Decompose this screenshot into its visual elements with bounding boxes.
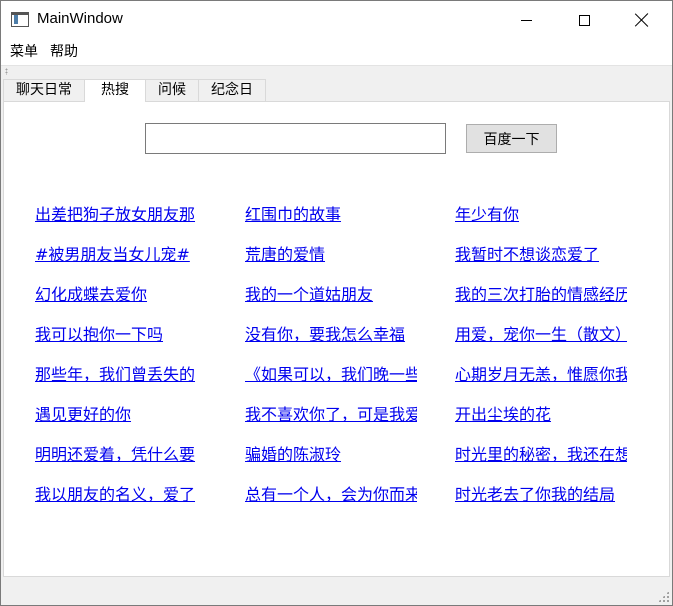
- hot-link[interactable]: 时光老去了你我的结局: [455, 484, 627, 524]
- hot-link[interactable]: 我可以抱你一下吗: [35, 324, 207, 364]
- status-bar: [1, 579, 672, 605]
- toolbar-grip-icon[interactable]: [5, 68, 8, 75]
- hot-link[interactable]: 总有一个人，会为你而来: [245, 484, 417, 524]
- hot-link[interactable]: 出差把狗子放女朋友那: [35, 204, 207, 244]
- window-title: MainWindow: [37, 10, 123, 27]
- hot-link[interactable]: 我的一个道姑朋友: [245, 284, 417, 324]
- main-window: MainWindow 菜单 帮助 聊天日常 热搜 问候 纪念日 百度一下 出差把…: [0, 0, 673, 606]
- tab-greetings[interactable]: 问候: [145, 79, 199, 101]
- hot-link[interactable]: 明明还爱着，凭什么要: [35, 444, 207, 484]
- hot-link[interactable]: 我不喜欢你了，可是我爱: [245, 404, 417, 444]
- hot-link[interactable]: 年少有你: [455, 204, 627, 244]
- window-app-icon: [11, 12, 29, 27]
- search-input[interactable]: [145, 123, 446, 154]
- hot-link[interactable]: 没有你，要我怎么幸福: [245, 324, 417, 364]
- menu-bar: 菜单 帮助: [1, 39, 672, 65]
- hot-link[interactable]: 荒唐的爱情: [245, 244, 417, 284]
- hot-link[interactable]: 遇见更好的你: [35, 404, 207, 444]
- hot-link[interactable]: 骗婚的陈淑玲: [245, 444, 417, 484]
- title-bar[interactable]: MainWindow: [1, 1, 672, 39]
- hot-link[interactable]: 我的三次打胎的情感经历: [455, 284, 627, 324]
- tab-bar: 聊天日常 热搜 问候 纪念日: [3, 79, 266, 102]
- tab-anniversary[interactable]: 纪念日: [198, 79, 266, 101]
- hot-link[interactable]: 用爱，宠你一生（散文）: [455, 324, 627, 364]
- hot-link[interactable]: 开出尘埃的花: [455, 404, 627, 444]
- toolbar: [1, 65, 672, 77]
- hot-link[interactable]: 幻化成蝶去爱你: [35, 284, 207, 324]
- hot-link[interactable]: 我以朋友的名义，爱了: [35, 484, 207, 524]
- maximize-button[interactable]: [555, 1, 613, 39]
- resize-grip-icon[interactable]: [658, 591, 669, 602]
- hot-link[interactable]: 《如果可以，我们晚一些: [245, 364, 417, 404]
- hot-link[interactable]: 心期岁月无恙，惟愿你我情: [455, 364, 627, 404]
- hot-link[interactable]: 我暂时不想谈恋爱了: [455, 244, 627, 284]
- menu-item-help[interactable]: 帮助: [44, 41, 84, 63]
- hot-search-links: 出差把狗子放女朋友那 红围巾的故事 年少有你 #被男朋友当女儿宠# 荒唐的爱情 …: [35, 204, 665, 524]
- close-button[interactable]: [613, 1, 671, 39]
- hot-link[interactable]: #被男朋友当女儿宠#: [35, 244, 207, 284]
- hot-link[interactable]: 红围巾的故事: [245, 204, 417, 244]
- tab-chat-daily[interactable]: 聊天日常: [3, 79, 85, 101]
- hot-link[interactable]: 那些年，我们曾丢失的: [35, 364, 207, 404]
- hot-link[interactable]: 时光里的秘密，我还在想你: [455, 444, 627, 484]
- minimize-icon: [520, 19, 532, 21]
- tab-hot-search[interactable]: 热搜: [84, 79, 146, 102]
- hot-search-pane: 百度一下 出差把狗子放女朋友那 红围巾的故事 年少有你 #被男朋友当女儿宠# 荒…: [3, 101, 670, 577]
- maximize-icon: [578, 14, 590, 26]
- close-icon: [635, 13, 649, 27]
- menu-item-menu[interactable]: 菜单: [4, 41, 44, 63]
- minimize-button[interactable]: [497, 1, 555, 39]
- search-button[interactable]: 百度一下: [466, 124, 557, 153]
